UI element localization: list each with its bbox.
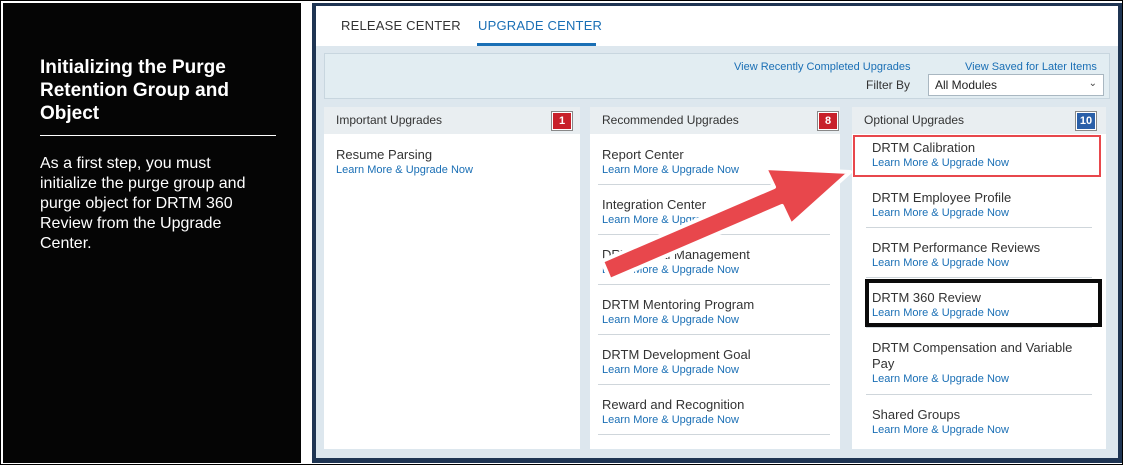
instruction-title: Initializing the Purge Retention Group a… [40,57,229,124]
upgrade-item-name: Report Center [602,147,684,162]
learn-more-link[interactable]: Learn More & Upgrade Now [602,413,822,427]
upgrade-toolbar: View Recently Completed Upgrades View Sa… [324,53,1110,99]
instruction-panel: Initializing the Purge Retention Group a… [3,3,301,463]
active-tab-indicator [477,43,596,46]
item-divider [866,327,1092,328]
app-content: RELEASE CENTER UPGRADE CENTER View Recen… [316,6,1118,458]
instruction-divider [40,135,276,136]
column-title: Optional Upgrades [864,113,965,127]
upgrade-item: Resume Parsing Learn More & Upgrade Now [336,147,556,177]
upgrade-item-name: DRTM Goal Management [602,247,750,262]
item-divider [866,277,1092,278]
upgrade-item: DRTM Compensation and Variable Pay Learn… [872,340,1087,386]
learn-more-link[interactable]: Learn More & Upgrade Now [602,163,822,177]
view-saved-items-link[interactable]: View Saved for Later Items [965,61,1097,73]
filter-select-value: All Modules [935,78,998,92]
tab-release-center[interactable]: RELEASE CENTER [341,18,461,33]
upgrade-item: Shared Groups Learn More & Upgrade Now [872,407,1092,437]
tab-bar: RELEASE CENTER UPGRADE CENTER [316,6,1118,46]
learn-more-link[interactable]: Learn More & Upgrade Now [872,372,1087,386]
count-badge: 1 [551,111,573,131]
count-badge: 10 [1075,111,1097,131]
learn-more-link[interactable]: Learn More & Upgrade Now [336,163,556,177]
learn-more-link[interactable]: Learn More & Upgrade Now [872,423,1092,437]
chevron-down-icon: ⌄ [1088,78,1097,89]
recommended-upgrades-column: Recommended Upgrades 8 Report Center Lea… [590,107,840,449]
count-badge: 8 [817,111,839,131]
item-divider [866,394,1092,395]
upgrade-item: DRTM Goal Management Learn More & Upgrad… [602,247,822,277]
item-divider [598,284,830,285]
view-recent-upgrades-link[interactable]: View Recently Completed Upgrades [734,61,911,73]
column-title: Recommended Upgrades [602,113,739,127]
column-header: Recommended Upgrades 8 [590,107,840,134]
learn-more-link[interactable]: Learn More & Upgrade Now [602,313,822,327]
upgrade-item-name: Integration Center [602,197,707,212]
upgrade-item-name: DRTM Mentoring Program [602,297,755,312]
item-divider [866,227,1092,228]
column-header: Optional Upgrades 10 [852,107,1106,134]
item-divider [598,184,830,185]
review-360-highlight-box [865,279,1102,327]
calibration-highlight-box [853,135,1101,177]
upgrade-item: DRTM Performance Reviews Learn More & Up… [872,240,1092,270]
upgrade-item-name: DRTM Performance Reviews [872,240,1041,255]
upgrade-item-name: DRTM Compensation and Variable Pay [872,340,1073,371]
learn-more-link[interactable]: Learn More & Upgrade Now [872,206,1092,220]
instruction-body: As a first step, you must initialize the… [40,155,246,252]
upgrade-item-name: Shared Groups [872,407,961,422]
filter-label: Filter By [866,78,911,92]
learn-more-link[interactable]: Learn More & Upgrade Now [602,263,822,277]
item-divider [598,434,830,435]
column-header: Important Upgrades 1 [324,107,580,134]
important-upgrades-column: Important Upgrades 1 Resume Parsing Lear… [324,107,580,449]
upgrade-item-name: Reward and Recognition [602,397,745,412]
column-title: Important Upgrades [336,113,443,127]
item-divider [598,384,830,385]
upgrade-item: Reward and Recognition Learn More & Upgr… [602,397,822,427]
upgrade-item-name: DRTM Development Goal [602,347,751,362]
upgrade-item-name: DRTM Employee Profile [872,190,1012,205]
upgrade-item-name: Resume Parsing [336,147,433,162]
upgrade-center-window: RELEASE CENTER UPGRADE CENTER View Recen… [312,3,1122,463]
filter-select[interactable]: All Modules ⌄ [928,74,1104,96]
upgrade-item: DRTM Employee Profile Learn More & Upgra… [872,190,1092,220]
learn-more-link[interactable]: Learn More & Upgrade Now [872,256,1092,270]
upgrade-item: DRTM Development Goal Learn More & Upgra… [602,347,822,377]
tab-upgrade-center[interactable]: UPGRADE CENTER [478,18,602,33]
upgrade-item: DRTM Mentoring Program Learn More & Upgr… [602,297,822,327]
item-divider [598,234,830,235]
upgrade-item: Report Center Learn More & Upgrade Now [602,147,822,177]
item-divider [598,334,830,335]
upgrade-item: Integration Center Learn More & Upgrade … [602,197,822,227]
learn-more-link[interactable]: Learn More & Upgrade Now [602,213,822,227]
learn-more-link[interactable]: Learn More & Upgrade Now [602,363,822,377]
